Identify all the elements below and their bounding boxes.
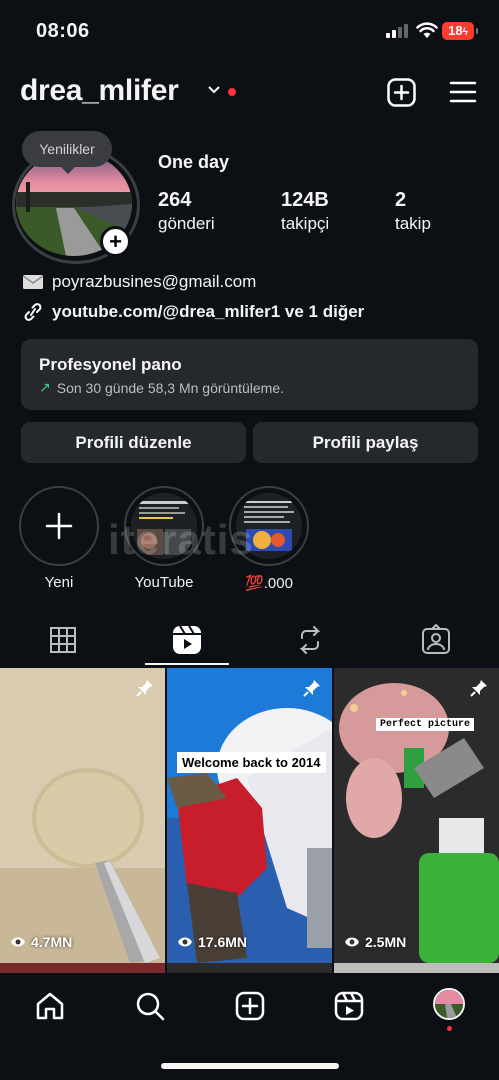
add-story-button[interactable]: + [100, 226, 131, 257]
cellular-signal-icon [386, 24, 408, 38]
highlight-100k[interactable]: 💯.000 [227, 486, 311, 592]
view-count-2-text: 17.6MN [198, 934, 248, 950]
battery-level: 18 [448, 23, 463, 38]
tagged-icon[interactable] [416, 620, 456, 660]
highlight-new[interactable]: Yeni [17, 486, 101, 591]
reel-post-1[interactable]: 4.7MN [0, 668, 165, 963]
home-icon[interactable] [34, 990, 66, 1022]
create-post-icon[interactable] [387, 78, 416, 107]
view-count-3-text: 2.5MN [365, 934, 407, 950]
bio-link[interactable]: youtube.com/@drea_mlifer1 ve 1 diğer [22, 301, 364, 323]
wifi-icon [416, 22, 438, 38]
view-count-2: 17.6MN [177, 934, 247, 950]
repost-icon[interactable] [290, 620, 330, 660]
view-count-3: 2.5MN [344, 934, 406, 950]
search-icon[interactable] [134, 990, 166, 1022]
grid-icon[interactable] [43, 620, 83, 660]
username-switcher[interactable]: drea_mlifer [20, 74, 179, 108]
reel-post-2[interactable]: Welcome back to 2014 17.6MN [167, 668, 332, 963]
email-contact[interactable]: poyrazbusines@gmail.com [22, 271, 256, 293]
next-row-thumbnail-2[interactable] [167, 963, 332, 973]
status-bar: 08:06 18ϟ [0, 0, 499, 60]
next-row-thumbnail-1[interactable] [0, 963, 165, 973]
reel-thumbnail-2 [167, 668, 332, 963]
followers-stat[interactable]: 124B takipçi [281, 189, 329, 234]
eye-icon [11, 937, 25, 947]
highlight-new-label: Yeni [44, 574, 74, 591]
battery-indicator: 18ϟ [442, 22, 478, 40]
link-text: youtube.com/@drea_mlifer1 ve 1 diğer [52, 302, 365, 321]
next-row-thumbnail-3[interactable] [334, 963, 499, 973]
highlight-100k-cover [236, 493, 302, 559]
envelope-icon [22, 275, 44, 289]
highlight-youtube-cover [131, 493, 197, 559]
followers-label: takipçi [281, 214, 330, 233]
profile-notification-dot [447, 1026, 452, 1031]
create-icon[interactable] [234, 990, 266, 1022]
highlight-youtube-circle [124, 486, 204, 566]
highlight-youtube-label: YouTube [134, 574, 194, 591]
posts-count: 264 [158, 189, 192, 211]
home-indicator[interactable] [161, 1063, 339, 1069]
display-name: One day [158, 152, 230, 172]
notes-bubble[interactable]: Yenilikler [22, 131, 112, 174]
email-text: poyrazbusines@gmail.com [52, 272, 257, 291]
view-count-1: 4.7MN [10, 934, 72, 950]
share-profile-button[interactable]: Profili paylaş [253, 422, 478, 463]
reels-nav-icon[interactable] [333, 990, 365, 1022]
highlight-100k-label: 💯.000 [245, 575, 293, 592]
reel-thumbnail-3 [334, 668, 499, 963]
link-icon [24, 303, 42, 321]
followers-count: 124B [281, 189, 329, 211]
chevron-down-icon[interactable] [207, 85, 221, 95]
professional-dashboard[interactable]: Profesyonel pano ↗ Son 30 günde 58,3 Mn … [21, 339, 478, 410]
following-label: takip [395, 214, 431, 233]
reel-thumbnail-1 [0, 668, 165, 963]
profile-nav-avatar[interactable] [433, 988, 465, 1020]
highlight-100k-circle [229, 486, 309, 566]
active-tab-indicator [145, 663, 229, 665]
highlight-youtube[interactable]: YouTube [122, 486, 206, 591]
posts-stat[interactable]: 264 gönderi [158, 189, 215, 234]
following-stat[interactable]: 2 takip [395, 189, 431, 234]
pin-icon [136, 680, 153, 697]
dashboard-subtitle: Son 30 günde 58,3 Mn görüntüleme. [56, 379, 285, 396]
reels-icon[interactable] [167, 620, 207, 660]
reel-caption-3: Perfect picture [376, 718, 475, 731]
eye-icon [178, 937, 192, 947]
plus-icon [45, 512, 73, 540]
reel-post-3[interactable]: Perfect picture 2.5MN [334, 668, 499, 963]
notification-dot [228, 88, 236, 96]
following-count: 2 [395, 189, 407, 211]
view-count-1-text: 4.7MN [31, 934, 73, 950]
trend-up-icon: ↗ [39, 379, 51, 395]
menu-icon[interactable] [449, 80, 477, 104]
posts-label: gönderi [158, 214, 215, 233]
edit-profile-button[interactable]: Profili düzenle [21, 422, 246, 463]
pin-icon [303, 680, 320, 697]
pin-icon [470, 680, 487, 697]
dashboard-title: Profesyonel pano [39, 355, 182, 374]
eye-icon [345, 937, 359, 947]
status-time: 08:06 [36, 20, 90, 42]
highlight-new-circle [19, 486, 99, 566]
reel-caption-2: Welcome back to 2014 [177, 752, 326, 773]
